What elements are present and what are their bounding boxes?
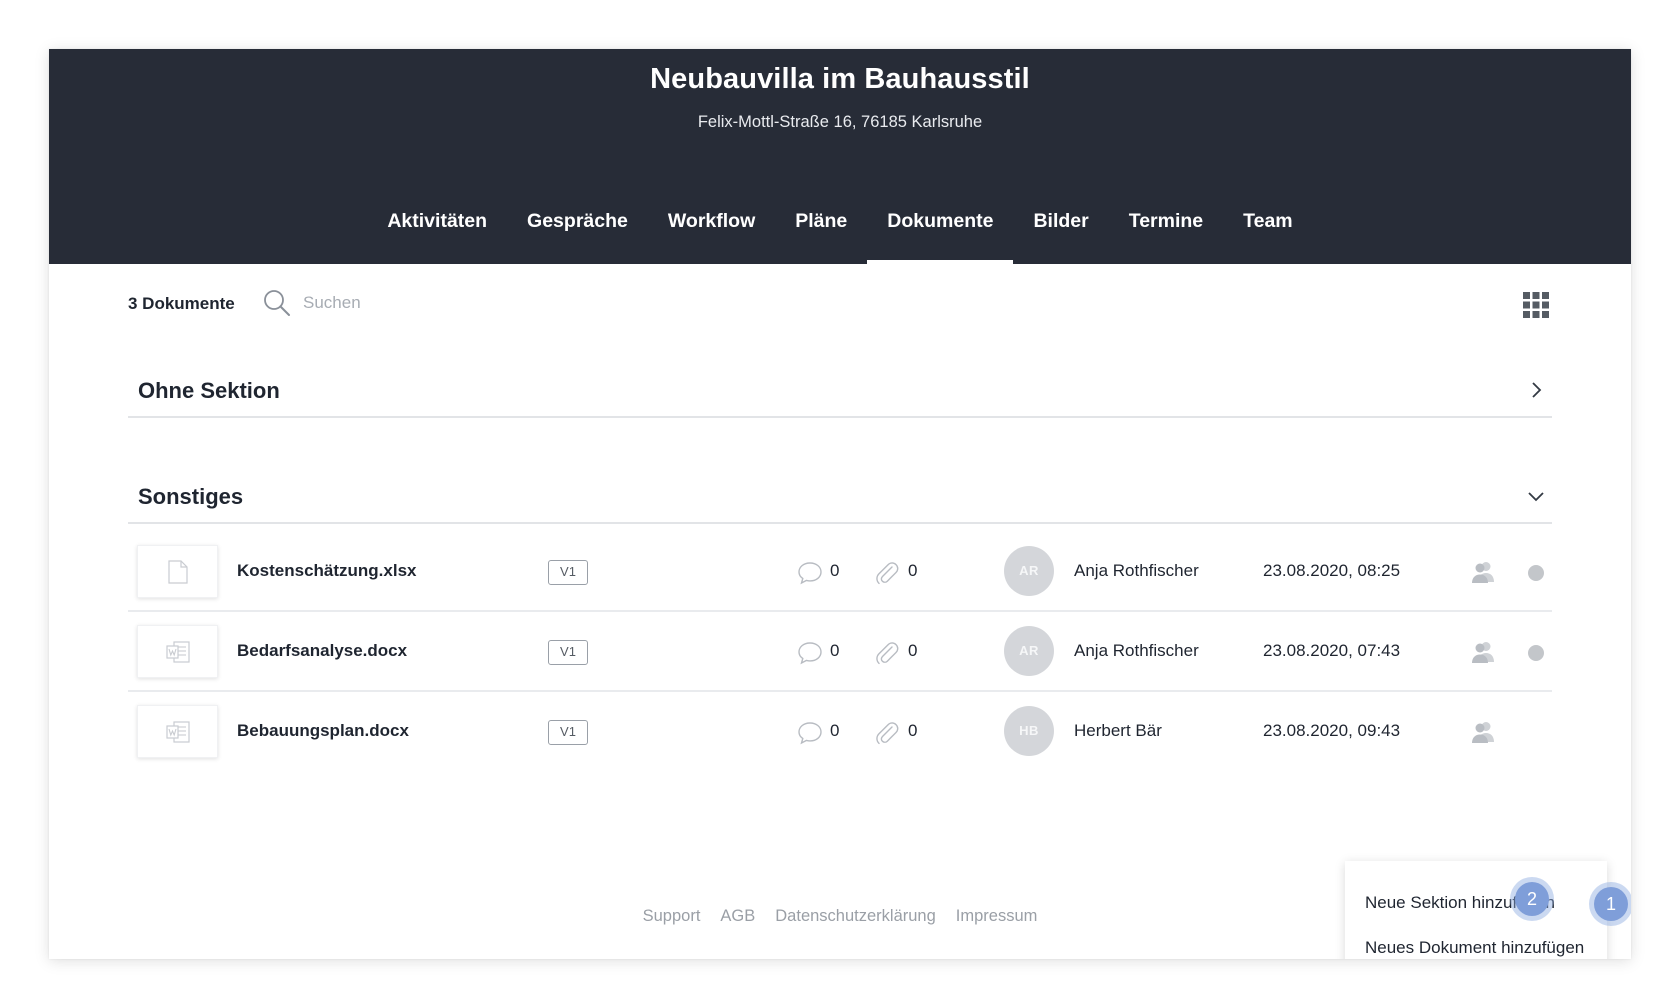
attachment-count: 0 bbox=[908, 641, 918, 660]
project-address: Felix-Mottl-Straße 16, 76185 Karlsruhe bbox=[697, 113, 983, 131]
document-row[interactable]: Bebauungsplan.docx V1 0 0 HB Herbert Bär… bbox=[128, 692, 1552, 772]
menu-item-new-document[interactable]: Neues Dokument hinzufügen bbox=[1365, 938, 1584, 958]
avatar: AR bbox=[1004, 626, 1054, 676]
step-badge-1: 1 bbox=[1594, 887, 1628, 921]
comment-icon[interactable] bbox=[796, 559, 824, 587]
word-doc-icon bbox=[165, 640, 190, 663]
tab-termine[interactable]: Termine bbox=[1109, 197, 1223, 264]
chevron-down-icon[interactable] bbox=[1526, 486, 1546, 506]
document-thumbnail[interactable] bbox=[137, 705, 218, 758]
tab-dokumente[interactable]: Dokumente bbox=[867, 197, 1014, 264]
add-menu: Neue Sektion hinzufügen Neues Dokument h… bbox=[1345, 861, 1607, 959]
tab-aktivitaeten[interactable]: Aktivitäten bbox=[367, 197, 507, 264]
status-dot bbox=[1528, 565, 1544, 581]
document-row[interactable]: Kostenschätzung.xlsx V1 0 0 AR Anja Roth… bbox=[128, 532, 1552, 612]
comment-count: 0 bbox=[830, 641, 840, 660]
comment-count: 0 bbox=[830, 721, 840, 740]
users-icon[interactable] bbox=[1469, 638, 1497, 666]
document-name[interactable]: Bedarfsanalyse.docx bbox=[237, 641, 407, 661]
project-header: Neubauvilla im Bauhausstil Felix-Mottl-S… bbox=[49, 49, 1631, 264]
section-ohne-sektion[interactable]: Ohne Sektion bbox=[128, 370, 1552, 418]
attachment-icon[interactable] bbox=[873, 559, 901, 587]
document-name[interactable]: Bebauungsplan.docx bbox=[237, 721, 409, 741]
version-badge[interactable]: V1 bbox=[548, 640, 588, 665]
tab-plaene[interactable]: Pläne bbox=[775, 197, 867, 264]
author-name: Anja Rothfischer bbox=[1074, 641, 1199, 660]
attachment-icon[interactable] bbox=[873, 639, 901, 667]
document-date: 23.08.2020, 07:43 bbox=[1263, 641, 1401, 660]
tab-workflow[interactable]: Workflow bbox=[648, 197, 775, 264]
main-nav: Aktivitäten Gespräche Workflow Pläne Dok… bbox=[49, 197, 1631, 264]
document-date: 23.08.2020, 09:43 bbox=[1263, 721, 1401, 740]
attachment-count: 0 bbox=[908, 721, 918, 740]
status-dot bbox=[1528, 645, 1544, 661]
word-doc-icon bbox=[165, 720, 190, 743]
search-input[interactable] bbox=[303, 288, 603, 318]
attachment-count: 0 bbox=[908, 561, 918, 580]
search-icon[interactable] bbox=[262, 288, 292, 318]
comment-count: 0 bbox=[830, 561, 840, 580]
author-name: Anja Rothfischer bbox=[1074, 561, 1199, 580]
tab-team[interactable]: Team bbox=[1223, 197, 1313, 264]
document-name[interactable]: Kostenschätzung.xlsx bbox=[237, 561, 417, 581]
footer-link-support[interactable]: Support bbox=[643, 907, 701, 926]
avatar: HB bbox=[1004, 706, 1054, 756]
step-badge-2: 2 bbox=[1515, 882, 1549, 916]
tab-gespraeche[interactable]: Gespräche bbox=[507, 197, 648, 264]
chevron-right-icon[interactable] bbox=[1526, 380, 1546, 400]
comment-icon[interactable] bbox=[796, 639, 824, 667]
app-window: Neubauvilla im Bauhausstil Felix-Mottl-S… bbox=[49, 49, 1631, 959]
version-badge[interactable]: V1 bbox=[548, 720, 588, 745]
users-icon[interactable] bbox=[1469, 558, 1497, 586]
document-count: 3 Dokumente bbox=[128, 294, 235, 313]
grid-view-icon[interactable] bbox=[1523, 292, 1549, 318]
document-row[interactable]: Bedarfsanalyse.docx V1 0 0 AR Anja Rothf… bbox=[128, 612, 1552, 692]
avatar: AR bbox=[1004, 546, 1054, 596]
version-badge[interactable]: V1 bbox=[548, 560, 588, 585]
document-thumbnail[interactable] bbox=[137, 545, 218, 598]
document-list: Kostenschätzung.xlsx V1 0 0 AR Anja Roth… bbox=[128, 532, 1552, 772]
author-name: Herbert Bär bbox=[1074, 721, 1162, 740]
document-date: 23.08.2020, 08:25 bbox=[1263, 561, 1401, 580]
users-icon[interactable] bbox=[1469, 718, 1497, 746]
project-title: Neubauvilla im Bauhausstil bbox=[650, 63, 1030, 95]
file-icon bbox=[167, 559, 188, 584]
section-title: Sonstiges bbox=[138, 484, 244, 509]
tab-bilder[interactable]: Bilder bbox=[1013, 197, 1108, 264]
documents-toolbar: 3 Dokumente bbox=[49, 264, 1631, 344]
attachment-icon[interactable] bbox=[873, 719, 901, 747]
comment-icon[interactable] bbox=[796, 719, 824, 747]
document-thumbnail[interactable] bbox=[137, 625, 218, 678]
footer-link-agb[interactable]: AGB bbox=[720, 907, 755, 926]
footer-link-impressum[interactable]: Impressum bbox=[956, 907, 1038, 926]
section-sonstiges[interactable]: Sonstiges bbox=[128, 476, 1552, 524]
section-title: Ohne Sektion bbox=[138, 378, 280, 403]
footer-link-datenschutz[interactable]: Datenschutzerklärung bbox=[775, 907, 936, 926]
